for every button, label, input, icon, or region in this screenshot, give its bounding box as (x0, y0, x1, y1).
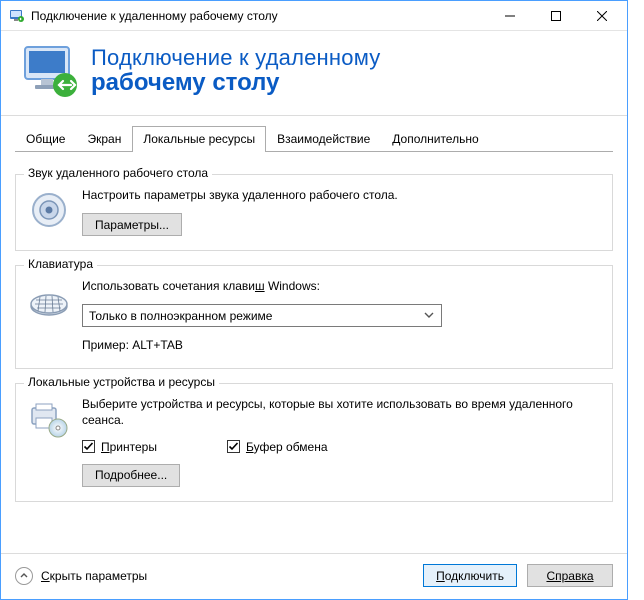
tab-general[interactable]: Общие (15, 126, 76, 152)
keyboard-icon (28, 280, 70, 322)
chevron-down-icon (423, 309, 435, 324)
keyboard-select-value: Только в полноэкранном режиме (89, 309, 272, 323)
app-icon (9, 8, 25, 24)
group-devices-legend: Локальные устройства и ресурсы (24, 375, 219, 389)
collapse-arrow-icon (15, 567, 33, 585)
keyboard-example: Пример: ALT+TAB (82, 337, 600, 353)
tab-content: Звук удаленного рабочего стола Настроить… (1, 152, 627, 553)
group-audio: Звук удаленного рабочего стола Настроить… (15, 174, 613, 251)
keyboard-combo-select[interactable]: Только в полноэкранном режиме (82, 304, 442, 327)
rdc-monitor-icon (21, 41, 81, 101)
header-line1: Подключение к удаленному (91, 45, 380, 71)
group-devices: Локальные устройства и ресурсы Выберите … (15, 383, 613, 502)
tab-display[interactable]: Экран (76, 126, 132, 152)
tabs: Общие Экран Локальные ресурсы Взаимодейс… (1, 116, 627, 152)
keyboard-desc: Использовать сочетания клавиш Windows: (82, 278, 600, 294)
close-button[interactable] (579, 1, 625, 30)
connect-button[interactable]: Подключить (423, 564, 517, 587)
group-audio-legend: Звук удаленного рабочего стола (24, 166, 212, 180)
maximize-button[interactable] (533, 1, 579, 30)
checkbox-icon (227, 440, 240, 453)
tab-local-resources[interactable]: Локальные ресурсы (132, 126, 266, 152)
printers-checkbox[interactable]: Принтеры (82, 440, 157, 454)
devices-more-button[interactable]: Подробнее... (82, 464, 180, 487)
clipboard-checkbox[interactable]: Буфер обмена (227, 440, 328, 454)
rdp-window: Подключение к удаленному рабочему столу (0, 0, 628, 600)
checkbox-icon (82, 440, 95, 453)
group-keyboard-legend: Клавиатура (24, 257, 97, 271)
header: Подключение к удаленному рабочему столу (1, 31, 627, 116)
printer-disk-icon (28, 398, 70, 440)
window-title: Подключение к удаленному рабочему столу (31, 9, 487, 23)
footer: Скрыть параметры Подключить Справка (1, 553, 627, 599)
hide-options-toggle[interactable]: Скрыть параметры (15, 567, 147, 585)
tab-experience[interactable]: Взаимодействие (266, 126, 381, 152)
minimize-button[interactable] (487, 1, 533, 30)
speaker-icon (28, 189, 70, 231)
window-buttons (487, 1, 625, 30)
help-button[interactable]: Справка (527, 564, 613, 587)
tab-advanced[interactable]: Дополнительно (381, 126, 489, 152)
devices-desc: Выберите устройства и ресурсы, которые в… (82, 396, 600, 428)
audio-settings-button[interactable]: Параметры... (82, 213, 182, 236)
group-keyboard: Клавиатура (15, 265, 613, 368)
header-text: Подключение к удаленному рабочему столу (91, 45, 380, 97)
header-line2: рабочему столу (91, 69, 380, 97)
titlebar: Подключение к удаленному рабочему столу (1, 1, 627, 31)
audio-desc: Настроить параметры звука удаленного раб… (82, 187, 600, 203)
